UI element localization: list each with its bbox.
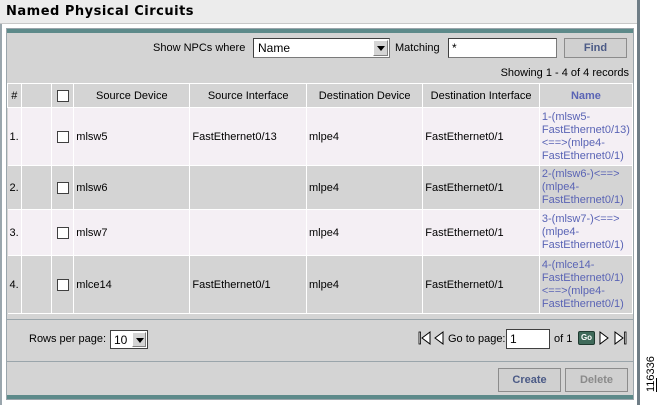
npc-window: Named Physical Circuits Show NPCs where … — [0, 0, 640, 405]
first-page-icon[interactable] — [418, 331, 432, 345]
row-checkbox[interactable] — [56, 181, 69, 194]
col-select — [51, 83, 75, 108]
col-source-interface[interactable]: Source Interface — [189, 83, 308, 108]
row-num: 4. — [7, 255, 22, 314]
title-bar: Named Physical Circuits — [0, 0, 640, 24]
col-num: # — [7, 83, 22, 108]
name-line: 2-(mlsw6-)<==> — [541, 168, 620, 180]
name-line: FastEthernet0/13) — [541, 123, 630, 136]
table-row: 2. mlsw6 mlpe4 FastEthernet0/1 2-(mlsw6-… — [7, 165, 634, 210]
name-line: (mlpe4- — [541, 181, 580, 193]
row-spacer — [21, 209, 53, 256]
next-page-icon[interactable] — [599, 331, 609, 345]
panel-top-rule — [7, 29, 633, 33]
table-row: 3. mlsw7 mlpe4 FastEthernet0/1 3-(mlsw7-… — [7, 209, 634, 256]
filter-field-value: Name — [258, 41, 291, 55]
matching-input[interactable]: * — [448, 38, 557, 58]
previous-page-icon[interactable] — [434, 331, 444, 345]
record-count: Showing 1 - 4 of 4 records — [500, 67, 629, 79]
go-to-page-label: Go to page: — [448, 333, 506, 345]
last-page-icon[interactable] — [613, 331, 627, 345]
table-header-row: # Source Device Source Interface Destina… — [7, 83, 634, 108]
name-line: FastEthernet0/1) — [541, 239, 624, 251]
source-interface — [189, 209, 308, 256]
col-source-device[interactable]: Source Device — [73, 83, 191, 108]
row-spacer — [21, 107, 53, 166]
source-interface: FastEthernet0/13 — [189, 107, 308, 166]
destination-interface: FastEthernet0/1 — [422, 209, 540, 256]
row-select — [51, 165, 75, 210]
action-bar: Create Delete — [7, 361, 633, 395]
source-interface — [189, 165, 308, 210]
row-num: 1. — [7, 107, 22, 166]
destination-device: mlpe4 — [306, 255, 424, 314]
page-total: of 1 — [554, 333, 573, 345]
name-line: 3-(mlsw7-)<==> — [541, 213, 620, 225]
row-checkbox[interactable] — [56, 130, 69, 143]
filter-field-select[interactable]: Name — [253, 38, 390, 58]
col-spacer — [20, 83, 53, 108]
chevron-down-icon[interactable] — [132, 332, 146, 347]
destination-interface: FastEthernet0/1 — [422, 255, 540, 314]
row-checkbox[interactable] — [56, 278, 69, 291]
row-select — [51, 209, 75, 256]
row-spacer — [21, 165, 53, 210]
circuit-name-link[interactable]: 2-(mlsw6-)<==> (mlpe4- FastEthernet0/1) — [539, 165, 634, 210]
table-row: 4. mlce14 FastEthernet0/1 mlpe4 FastEthe… — [7, 255, 634, 314]
delete-button[interactable]: Delete — [565, 368, 628, 392]
destination-interface: FastEthernet0/1 — [422, 165, 540, 210]
source-interface: FastEthernet0/1 — [189, 255, 308, 314]
destination-interface: FastEthernet0/1 — [422, 107, 540, 166]
filter-row: Show NPCs where Name Matching * Find — [7, 37, 633, 61]
npc-panel: Show NPCs where Name Matching * Find Sho… — [6, 28, 634, 400]
source-device: mlsw6 — [73, 165, 191, 210]
name-line: (mlpe4- — [541, 226, 580, 238]
col-name[interactable]: Name — [538, 83, 634, 108]
row-select — [51, 107, 75, 166]
figure-id: 116336 — [645, 356, 657, 392]
select-all-checkbox[interactable] — [56, 89, 69, 102]
left-border — [0, 24, 2, 405]
col-destination-device[interactable]: Destination Device — [306, 83, 424, 108]
circuit-name-link[interactable]: 3-(mlsw7-)<==> (mlpe4- FastEthernet0/1) — [539, 209, 634, 256]
table-row: 1. mlsw5 FastEthernet0/13 mlpe4 FastEthe… — [7, 107, 634, 166]
name-line: <==>(mlpe4- — [541, 136, 605, 149]
circuit-name-link[interactable]: 4-(mlce14- FastEthernet0/1) <==>(mlpe4- … — [539, 255, 634, 314]
rows-per-page-label: Rows per page: — [29, 333, 107, 345]
name-line: <==>(mlpe4- — [541, 284, 605, 297]
circuit-name-link[interactable]: 1-(mlsw5- FastEthernet0/13) <==>(mlpe4- … — [539, 107, 634, 166]
destination-device: mlpe4 — [306, 107, 424, 166]
row-spacer — [21, 255, 53, 314]
go-button[interactable]: Go — [578, 331, 595, 345]
destination-device: mlpe4 — [306, 165, 424, 210]
source-device: mlsw5 — [73, 107, 191, 166]
col-destination-interface[interactable]: Destination Interface — [422, 83, 540, 108]
panel-bottom-rule — [7, 395, 633, 399]
rows-per-page-select[interactable]: 10 — [110, 330, 148, 349]
page-number-input[interactable]: 1 — [506, 329, 550, 349]
name-line: 4-(mlce14- — [541, 258, 595, 271]
name-line: FastEthernet0/1) — [541, 297, 624, 310]
chevron-down-icon[interactable] — [373, 40, 388, 56]
find-button[interactable]: Find — [564, 38, 627, 58]
name-line: FastEthernet0/1) — [541, 149, 624, 162]
right-border — [637, 0, 640, 405]
row-num: 3. — [7, 209, 22, 256]
name-line: 1-(mlsw5- — [541, 110, 591, 123]
show-npcs-label: Show NPCs where — [153, 42, 246, 54]
destination-device: mlpe4 — [306, 209, 424, 256]
row-num: 2. — [7, 165, 22, 210]
name-line: FastEthernet0/1) — [541, 271, 624, 284]
create-button[interactable]: Create — [498, 368, 561, 392]
pagination-bar: Rows per page: 10 Go to page: 1 of 1 Go — [7, 319, 633, 355]
npc-table: # Source Device Source Interface Destina… — [7, 83, 634, 314]
row-select — [51, 255, 75, 314]
source-device: mlce14 — [73, 255, 191, 314]
rows-per-page-value: 10 — [114, 333, 128, 347]
page-title: Named Physical Circuits — [6, 4, 195, 19]
source-device: mlsw7 — [73, 209, 191, 256]
row-checkbox[interactable] — [56, 226, 69, 239]
name-line: FastEthernet0/1) — [541, 194, 624, 206]
matching-label: Matching — [395, 42, 440, 54]
